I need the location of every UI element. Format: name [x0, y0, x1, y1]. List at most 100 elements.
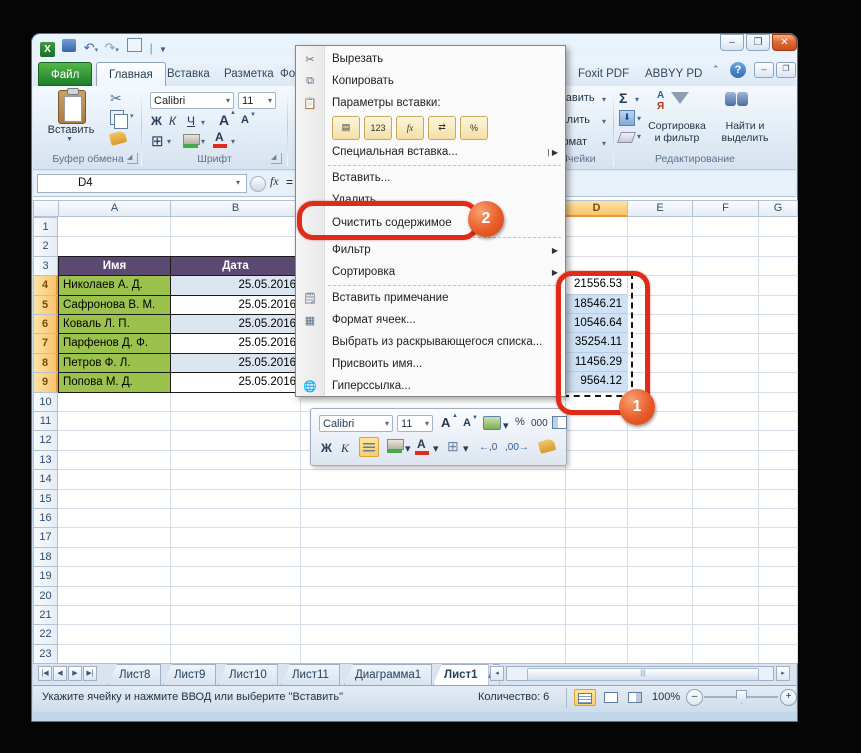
row-header-12[interactable]: 12 — [33, 430, 58, 450]
cell-B4[interactable]: 25.05.2016 — [170, 275, 301, 295]
tab-foxit[interactable]: Foxit PDF — [566, 62, 641, 86]
mini-font-size-combo[interactable]: 11▾ — [397, 415, 433, 432]
paste-values-icon[interactable]: 123 — [364, 116, 392, 140]
row-header-8[interactable]: 8 — [33, 353, 58, 373]
menu-item-15[interactable]: Выбрать из раскрывающегося списка... — [296, 331, 565, 353]
horizontal-scrollbar-thumb[interactable]: ||| — [527, 668, 759, 681]
row-header-7[interactable]: 7 — [33, 333, 58, 353]
paste-formulas-icon[interactable]: fx — [396, 116, 424, 140]
redo-dropdown-icon[interactable]: ▾ — [115, 47, 119, 54]
menu-item-2[interactable]: Параметры вставки:📋 — [296, 92, 565, 114]
cut-icon[interactable]: ✂ — [110, 90, 122, 107]
copy-dropdown-icon[interactable]: ▾ — [130, 112, 134, 120]
row-header-6[interactable]: 6 — [33, 314, 58, 334]
sheet-nav-icon-1[interactable]: ◀ — [53, 666, 67, 681]
paste-keep-formatting-icon[interactable]: ▤ — [332, 116, 360, 140]
sheet-nav-icon-2[interactable]: ▶ — [68, 666, 82, 681]
row-header-20[interactable]: 20 — [33, 586, 58, 606]
formula-content[interactable]: = — [286, 175, 293, 189]
column-header-E[interactable]: E — [627, 200, 693, 217]
row-header-15[interactable]: 15 — [33, 489, 58, 509]
mini-italic-button[interactable]: К — [341, 441, 349, 456]
cell-A4[interactable]: Николаев А. Д. — [58, 275, 171, 295]
row-header-18[interactable]: 18 — [33, 547, 58, 567]
format-painter-icon[interactable] — [109, 130, 128, 146]
mini-grow-font-button[interactable]: А — [441, 415, 450, 430]
row-header-5[interactable]: 5 — [33, 295, 58, 315]
sheet-nav-icon-0[interactable]: |◀ — [38, 666, 52, 681]
underline-button[interactable]: Ч — [187, 114, 195, 128]
menu-item-17[interactable]: Гиперссылка...🌐 — [296, 375, 565, 397]
redo-icon[interactable]: ↷ — [104, 40, 115, 56]
zoom-in-icon[interactable]: + — [780, 689, 797, 706]
cell-B9[interactable]: 25.05.2016 — [170, 372, 301, 392]
column-header-A[interactable]: A — [58, 200, 171, 217]
cell-B8[interactable]: 25.05.2016 — [170, 353, 301, 373]
cell-B5[interactable]: 25.05.2016 — [170, 295, 301, 315]
view-normal-icon[interactable] — [574, 689, 596, 706]
row-header-9[interactable]: 9 — [33, 372, 58, 392]
menu-item-11[interactable]: Сортировка▶ — [296, 261, 565, 283]
view-page-break-icon[interactable] — [624, 689, 646, 706]
ribbon-minimize-icon[interactable]: – — [754, 62, 774, 78]
ribbon-collapse-icon[interactable]: ⌃ — [712, 64, 720, 75]
font-name-combo[interactable]: Calibri▾ — [150, 92, 234, 109]
row-header-14[interactable]: 14 — [33, 469, 58, 489]
tab-abbyy[interactable]: ABBYY PD — [633, 62, 714, 86]
cell-B3[interactable]: Дата — [170, 256, 301, 276]
sheet-tab-Лист9[interactable]: Лист9 — [163, 664, 216, 685]
mini-percent-button[interactable]: % — [515, 416, 525, 428]
menu-item-10[interactable]: Фильтр▶ — [296, 239, 565, 261]
mini-thousands-button[interactable]: 000 — [531, 418, 548, 429]
save-icon[interactable] — [62, 39, 76, 52]
column-header-D[interactable]: D — [565, 200, 628, 217]
autosum-icon[interactable]: Σ — [619, 90, 627, 106]
paste-dropdown-icon[interactable]: ▼ — [66, 136, 73, 143]
cell-A7[interactable]: Парфенов Д. Ф. — [58, 333, 171, 353]
cell-A9[interactable]: Попова М. Д. — [58, 372, 171, 392]
underline-dropdown-icon[interactable]: ▾ — [201, 118, 205, 127]
menu-item-1[interactable]: Копировать⧉ — [296, 70, 565, 92]
row-header-1[interactable]: 1 — [33, 217, 58, 237]
formula-options-icon[interactable] — [250, 176, 266, 192]
paste-button[interactable]: Вставить — [36, 124, 106, 136]
font-color-button[interactable]: А — [215, 130, 224, 144]
bold-button[interactable]: Ж — [151, 114, 162, 128]
tab-scroll-left-icon[interactable]: ◂ — [490, 666, 504, 681]
sheet-tab-Лист11[interactable]: Лист11 — [281, 664, 340, 685]
sheet-tab-Лист1[interactable]: Лист1 — [433, 664, 489, 685]
mini-bold-button[interactable]: Ж — [321, 441, 332, 455]
undo-icon[interactable]: ↶ — [84, 40, 95, 56]
row-header-11[interactable]: 11 — [33, 411, 58, 431]
mini-decimal-decrease-button[interactable]: ←,0 — [479, 442, 497, 453]
row-header-10[interactable]: 10 — [33, 392, 58, 412]
horizontal-scrollbar[interactable]: ||| — [506, 666, 774, 681]
zoom-out-icon[interactable]: – — [686, 689, 703, 706]
row-header-3[interactable]: 3 — [33, 256, 58, 276]
font-dialog-launcher-icon[interactable]: ◢ — [271, 153, 282, 164]
clear-eraser-icon[interactable] — [617, 132, 636, 143]
row-header-16[interactable]: 16 — [33, 508, 58, 528]
minimize-button[interactable]: – — [720, 34, 744, 51]
mini-merge-icon[interactable] — [552, 416, 567, 429]
grid-tool-icon[interactable] — [127, 38, 142, 52]
sheet-tab-Диаграмма1[interactable]: Диаграмма1 — [344, 664, 432, 685]
column-header-B[interactable]: B — [170, 200, 301, 217]
sort-filter-button[interactable]: Сортировка и фильтр — [645, 120, 709, 144]
font-color-dropdown-icon[interactable]: ▾ — [231, 137, 235, 146]
borders-dropdown-icon[interactable]: ▾ — [167, 137, 171, 146]
cell-A8[interactable]: Петров Ф. Л. — [58, 353, 171, 373]
undo-dropdown-icon[interactable]: ▾ — [95, 47, 99, 54]
name-box-dropdown-icon[interactable]: ▾ — [236, 178, 240, 187]
fill-down-icon[interactable]: ⬇ — [619, 110, 635, 126]
menu-item-0[interactable]: Вырезать✂ — [296, 48, 565, 70]
fill-color-dropdown-icon[interactable]: ▾ — [201, 137, 205, 146]
mini-font-name-combo[interactable]: Calibri▾ — [319, 415, 393, 432]
insert-function-icon[interactable]: fx — [270, 174, 279, 189]
ribbon-restore-icon[interactable]: ❐ — [776, 62, 796, 78]
row-header-19[interactable]: 19 — [33, 566, 58, 586]
row-header-17[interactable]: 17 — [33, 527, 58, 547]
shrink-font-button[interactable]: А — [241, 114, 249, 126]
menu-item-6[interactable]: Вставить... — [296, 167, 565, 189]
mini-font-color-button[interactable]: А — [417, 437, 426, 451]
